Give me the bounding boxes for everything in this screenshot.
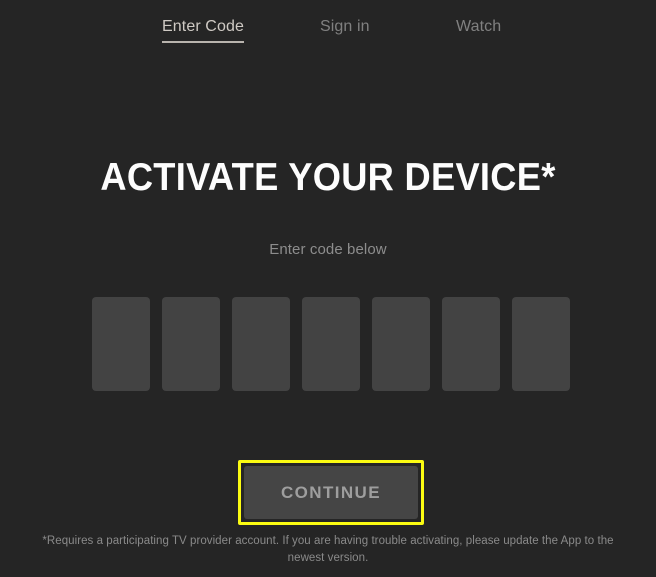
code-digit-3[interactable] — [232, 297, 290, 391]
code-digit-4[interactable] — [302, 297, 360, 391]
footnote-disclaimer: *Requires a participating TV provider ac… — [42, 535, 614, 564]
code-digit-1[interactable] — [92, 297, 150, 391]
tab-enter-code[interactable]: Enter Code — [162, 17, 244, 43]
continue-button-focus-ring[interactable]: CONTINUE — [238, 460, 424, 525]
tab-sign-in-label: Sign in — [320, 18, 370, 35]
code-digit-7[interactable] — [512, 297, 570, 391]
tab-enter-code-label: Enter Code — [162, 18, 244, 35]
continue-button[interactable]: CONTINUE — [244, 466, 418, 519]
tab-watch[interactable]: Watch — [456, 17, 501, 36]
code-input-group — [92, 297, 570, 391]
code-digit-2[interactable] — [162, 297, 220, 391]
top-nav: Enter Code Sign in Watch — [0, 0, 656, 52]
code-digit-5[interactable] — [372, 297, 430, 391]
tab-watch-label: Watch — [456, 18, 502, 35]
page-title: ACTIVATE YOUR DEVICE* — [100, 156, 556, 199]
subtitle-text: Enter code below — [269, 241, 387, 258]
code-digit-6[interactable] — [442, 297, 500, 391]
tab-sign-in[interactable]: Sign in — [320, 17, 370, 36]
active-tab-underline — [162, 41, 244, 43]
